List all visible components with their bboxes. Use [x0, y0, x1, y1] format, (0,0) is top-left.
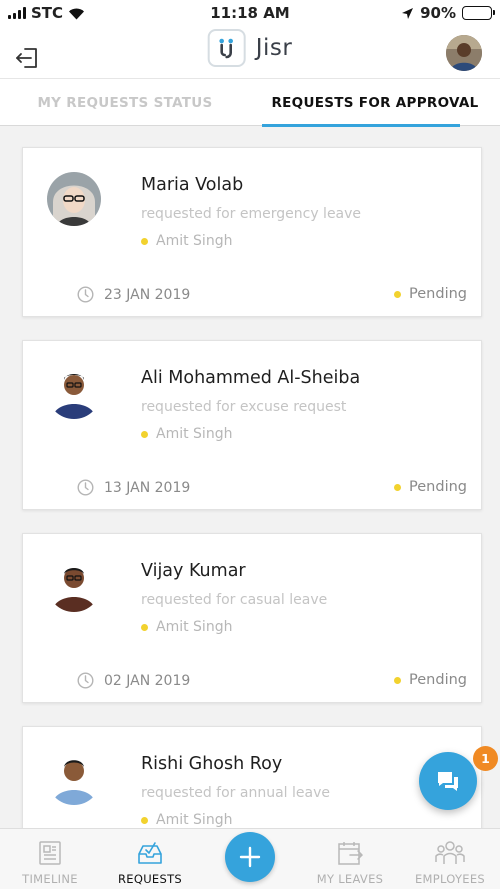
- battery-icon: [462, 6, 495, 20]
- request-description: requested for excuse request: [141, 399, 347, 415]
- battery-info: 90%: [401, 4, 495, 22]
- status-dot: [394, 483, 402, 491]
- add-request-button[interactable]: [225, 832, 275, 882]
- request-card[interactable]: Maria Volab requested for emergency leav…: [22, 147, 482, 317]
- clock-icon: [77, 286, 94, 303]
- status-badge: Pending: [394, 672, 467, 688]
- chat-badge: 1: [473, 746, 498, 771]
- profile-avatar[interactable]: [446, 35, 482, 71]
- nav-timeline[interactable]: TIMELINE: [0, 829, 100, 889]
- requester-avatar: [47, 751, 101, 805]
- status-badge: Pending: [394, 479, 467, 495]
- request-date: 13 JAN 2019: [77, 479, 190, 496]
- request-date-text: 23 JAN 2019: [104, 286, 191, 303]
- clock-icon: [77, 672, 94, 689]
- request-date: 23 JAN 2019: [77, 286, 190, 303]
- requests-icon: [138, 842, 162, 864]
- approver: Amit Singh: [141, 619, 232, 635]
- app-header: Jisr: [0, 26, 500, 78]
- nav-label: MY LEAVES: [316, 872, 384, 886]
- nav-requests[interactable]: REQUESTS: [100, 829, 200, 889]
- requester-avatar: [47, 172, 101, 226]
- status-bar: STC 11:18 AM 90%: [0, 0, 500, 26]
- status-text: Pending: [409, 479, 467, 495]
- tab-my-requests-status[interactable]: MY REQUESTS STATUS: [0, 79, 250, 126]
- timeline-icon: [39, 841, 61, 865]
- approver-dot: [141, 237, 148, 245]
- tab-requests-for-approval[interactable]: REQUESTS FOR APPROVAL: [250, 79, 500, 126]
- chat-icon: [438, 772, 458, 791]
- calendar-icon: [338, 842, 364, 865]
- requester-avatar: [47, 365, 101, 419]
- status-dot: [394, 676, 402, 684]
- app-name: Jisr: [255, 35, 293, 61]
- request-card[interactable]: Vijay Kumar requested for casual leave A…: [22, 533, 482, 703]
- nav-label: REQUESTS: [117, 872, 183, 886]
- location-arrow-icon: [402, 7, 414, 19]
- jisr-logo: [207, 29, 246, 67]
- status-dot: [394, 290, 402, 298]
- request-card[interactable]: Ali Mohammed Al-Sheiba requested for exc…: [22, 340, 482, 510]
- requester-name: Vijay Kumar: [141, 561, 246, 581]
- requester-name: Maria Volab: [141, 175, 244, 195]
- chat-button[interactable]: [419, 752, 477, 810]
- approver-dot: [141, 623, 148, 631]
- request-date: 02 JAN 2019: [77, 672, 190, 689]
- approval-request-list: Maria Volab requested for emergency leav…: [0, 127, 500, 828]
- battery-percent: 90%: [420, 4, 456, 22]
- requester-name: Rishi Ghosh Roy: [141, 754, 283, 774]
- requester-avatar: [47, 558, 101, 612]
- brand: Jisr: [207, 29, 293, 67]
- status-text: Pending: [409, 286, 467, 302]
- requester-name: Ali Mohammed Al-Sheiba: [141, 368, 361, 388]
- approver-name: Amit Singh: [156, 426, 233, 442]
- clock-icon: [77, 479, 94, 496]
- approver: Amit Singh: [141, 426, 232, 442]
- nav-my-leaves[interactable]: MY LEAVES: [300, 829, 400, 889]
- request-description: requested for annual leave: [141, 785, 330, 801]
- approver-dot: [141, 816, 148, 824]
- nav-label: TIMELINE: [22, 872, 78, 886]
- approver-name: Amit Singh: [156, 233, 233, 249]
- logout-button[interactable]: [14, 44, 42, 72]
- approver-name: Amit Singh: [156, 812, 233, 828]
- people-icon: [435, 841, 465, 864]
- status-badge: Pending: [394, 286, 467, 302]
- approver-dot: [141, 430, 148, 438]
- nav-employees[interactable]: EMPLOYEES: [400, 829, 500, 889]
- request-tabs: MY REQUESTS STATUS REQUESTS FOR APPROVAL: [0, 78, 500, 127]
- nav-label: EMPLOYEES: [414, 872, 486, 886]
- status-text: Pending: [409, 672, 467, 688]
- request-date-text: 13 JAN 2019: [104, 479, 191, 496]
- request-date-text: 02 JAN 2019: [104, 672, 191, 689]
- request-description: requested for casual leave: [141, 592, 328, 608]
- logout-icon: [16, 48, 37, 68]
- approver: Amit Singh: [141, 812, 232, 828]
- request-card[interactable]: Rishi Ghosh Roy requested for annual lea…: [22, 726, 482, 828]
- plus-icon: [239, 846, 261, 868]
- request-description: requested for emergency leave: [141, 206, 362, 222]
- approver: Amit Singh: [141, 233, 232, 249]
- approver-name: Amit Singh: [156, 619, 233, 635]
